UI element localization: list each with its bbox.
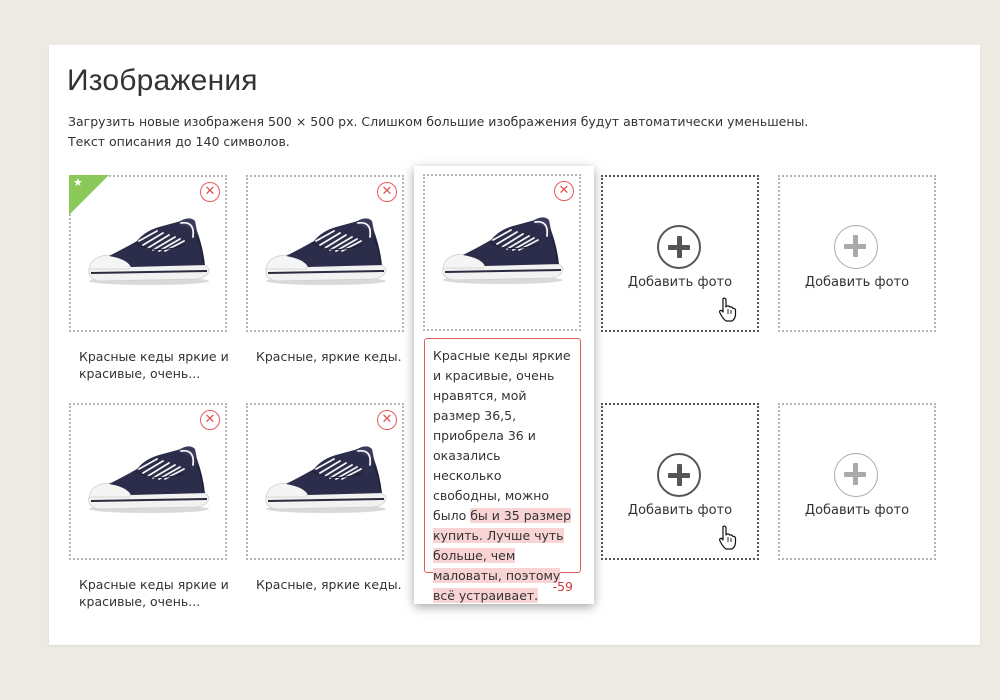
shoe-photo bbox=[441, 216, 564, 285]
add-photo-label: Добавить фото bbox=[627, 503, 733, 518]
page-title: Изображения bbox=[67, 64, 258, 97]
add-photo-label: Добавить фото bbox=[627, 275, 733, 290]
image-caption[interactable]: Красные кеды яркие и красивые, очень... bbox=[79, 576, 229, 610]
add-photo-label: Добавить фото bbox=[804, 503, 910, 518]
shoe-photo bbox=[264, 217, 387, 286]
caption-editor-popup: ✕ Красные кеды яркие и красивые, очень н… bbox=[414, 166, 594, 604]
add-photo-label: Добавить фото bbox=[804, 275, 910, 290]
shoe-photo bbox=[87, 445, 210, 514]
image-caption[interactable]: Красные, яркие кеды. bbox=[256, 348, 406, 365]
caption-text: Красные кеды яркие и красивые, очень нра… bbox=[433, 348, 571, 523]
caption-textarea[interactable]: Красные кеды яркие и красивые, очень нра… bbox=[424, 338, 581, 603]
shoe-photo bbox=[87, 217, 210, 286]
image-slot[interactable]: ✕ bbox=[246, 175, 404, 332]
image-slot[interactable]: ✕ bbox=[69, 403, 227, 560]
image-caption[interactable]: Красные кеды яркие и красивые, очень... bbox=[79, 348, 229, 382]
shoe-photo bbox=[264, 445, 387, 514]
hand-pointer-icon bbox=[719, 297, 737, 322]
plus-circle-icon bbox=[834, 225, 878, 269]
plus-circle-icon bbox=[834, 453, 878, 497]
char-counter: -59 bbox=[552, 579, 573, 594]
star-icon: ★ bbox=[73, 176, 83, 189]
plus-circle-icon bbox=[657, 453, 701, 497]
plus-circle-icon bbox=[657, 225, 701, 269]
remove-image-button[interactable]: ✕ bbox=[377, 182, 397, 202]
image-slot[interactable]: ✕ bbox=[246, 403, 404, 560]
upload-description: Загрузить новые изображеня 500 × 500 px.… bbox=[68, 112, 808, 152]
image-caption[interactable]: Красные, яркие кеды. bbox=[256, 576, 406, 593]
add-photo-slot[interactable]: Добавить фото bbox=[778, 403, 936, 560]
image-slot[interactable]: ✕ bbox=[423, 174, 581, 331]
remove-image-button[interactable]: ✕ bbox=[377, 410, 397, 430]
remove-image-button[interactable]: ✕ bbox=[554, 181, 574, 201]
remove-image-button[interactable]: ✕ bbox=[200, 410, 220, 430]
upload-description-line: Текст описания до 140 символов. bbox=[68, 134, 290, 149]
remove-image-button[interactable]: ✕ bbox=[200, 182, 220, 202]
hand-pointer-icon bbox=[719, 525, 737, 550]
image-slot[interactable]: ★ ✕ bbox=[69, 175, 227, 332]
upload-description-line: Загрузить новые изображеня 500 × 500 px.… bbox=[68, 114, 809, 129]
add-photo-slot[interactable]: Добавить фото bbox=[778, 175, 936, 332]
